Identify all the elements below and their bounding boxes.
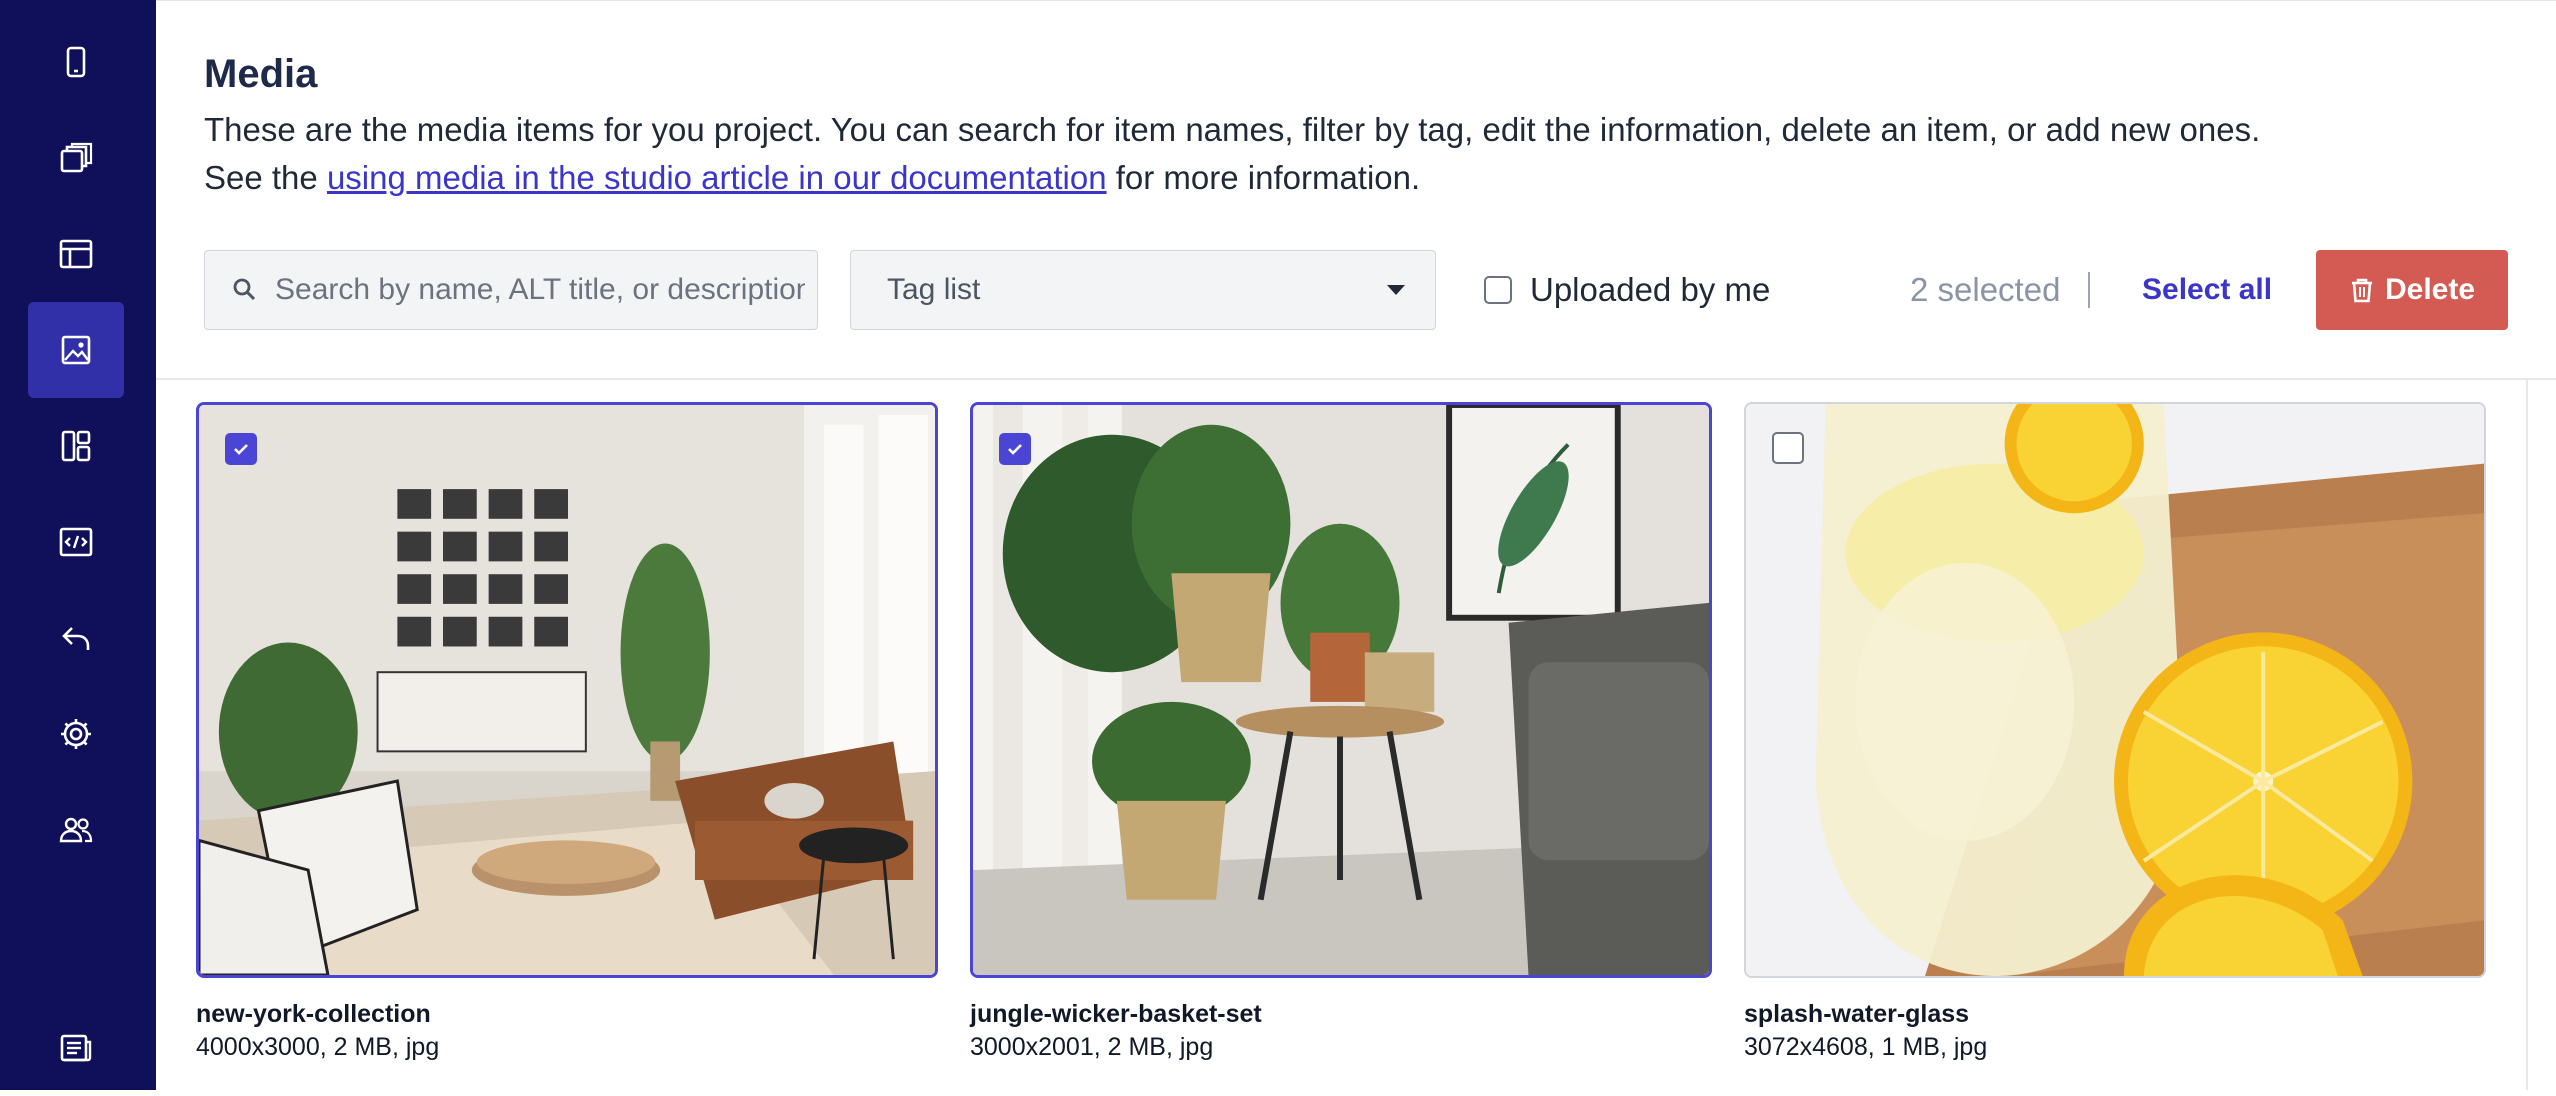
tag-list-dropdown[interactable]: Tag list <box>850 250 1436 330</box>
sidebar-item-back[interactable] <box>28 590 124 686</box>
lemon-water-photo <box>1746 404 2484 976</box>
selected-count: 2 selected <box>1910 271 2061 308</box>
media-thumbnail[interactable] <box>196 402 938 978</box>
search-box <box>204 250 818 330</box>
media-name: new-york-collection <box>196 1000 431 1028</box>
media-card: new-york-collection 4000x3000, 2 MB, jpg <box>196 402 938 1064</box>
sidebar-item-layout[interactable] <box>28 206 124 302</box>
media-select-checkbox[interactable] <box>225 433 257 465</box>
uploaded-by-me-label: Uploaded by me <box>1530 271 1771 308</box>
description-suffix: for more information. <box>1106 159 1421 196</box>
media-thumbnail[interactable] <box>1744 402 2486 978</box>
undo-arrow-icon <box>62 627 90 650</box>
uploaded-by-me-filter: Uploaded by me <box>1484 250 1770 330</box>
media-name: splash-water-glass <box>1744 1000 1970 1028</box>
check-icon <box>1008 444 1022 455</box>
top-border <box>156 0 2556 1</box>
plants-photo <box>973 405 1709 975</box>
sidebar-item-components[interactable] <box>28 398 124 494</box>
gear-icon <box>61 719 91 749</box>
image-icon <box>61 335 91 365</box>
check-icon <box>234 444 248 455</box>
caret-down-icon <box>1387 285 1405 295</box>
sidebar <box>0 0 156 1090</box>
media-meta: 4000x3000, 2 MB, jpg <box>196 1033 440 1061</box>
uploaded-by-me-checkbox[interactable] <box>1484 276 1512 304</box>
sidebar-item-docs[interactable] <box>28 1000 124 1096</box>
search-input[interactable] <box>273 272 807 308</box>
media-card: splash-water-glass 3072x4608, 1 MB, jpg <box>1744 402 2486 1064</box>
layout-icon <box>59 239 93 269</box>
select-all-button[interactable]: Select all <box>2142 250 2272 330</box>
components-icon <box>61 430 91 462</box>
description-prefix: See the <box>204 159 327 196</box>
living-room-photo <box>199 405 935 975</box>
sidebar-item-pages[interactable] <box>28 110 124 206</box>
documentation-link[interactable]: using media in the studio article in our… <box>327 159 1107 196</box>
description-line-1: These are the media items for you projec… <box>204 111 2261 148</box>
trash-icon <box>2351 278 2372 303</box>
page-description: These are the media items for you projec… <box>204 106 2516 202</box>
sidebar-item-users[interactable] <box>28 782 124 878</box>
sidebar-item-mobile[interactable] <box>28 14 124 110</box>
scrollbar[interactable] <box>2526 380 2528 1090</box>
copy-icon <box>60 142 93 173</box>
code-icon <box>59 527 93 557</box>
users-icon <box>59 817 93 843</box>
sidebar-item-settings[interactable] <box>28 686 124 782</box>
document-icon <box>60 1034 92 1062</box>
page-header: Media These are the media items for you … <box>204 50 2516 202</box>
media-meta: 3000x2001, 2 MB, jpg <box>970 1033 1214 1061</box>
sidebar-item-code[interactable] <box>28 494 124 590</box>
content-divider <box>156 378 2556 380</box>
sidebar-item-media[interactable] <box>28 302 124 398</box>
media-name: jungle-wicker-basket-set <box>970 1000 1262 1028</box>
page-title: Media <box>204 52 318 96</box>
toolbar-divider <box>2088 272 2090 308</box>
media-meta: 3072x4608, 1 MB, jpg <box>1744 1033 1988 1061</box>
tag-list-label: Tag list <box>887 273 981 306</box>
media-card: jungle-wicker-basket-set 3000x2001, 2 MB… <box>970 402 1712 1064</box>
media-select-checkbox[interactable] <box>1772 432 1804 464</box>
description-line-2: See the using media in the studio articl… <box>204 154 2516 202</box>
delete-button[interactable]: Delete <box>2316 250 2508 330</box>
media-toolbar: Tag list Uploaded by me 2 selected Selec… <box>204 250 2509 330</box>
mobile-icon <box>66 46 86 78</box>
media-select-checkbox[interactable] <box>999 433 1031 465</box>
media-thumbnail[interactable] <box>970 402 1712 978</box>
search-icon <box>233 278 256 301</box>
delete-label: Delete <box>2384 273 2476 306</box>
